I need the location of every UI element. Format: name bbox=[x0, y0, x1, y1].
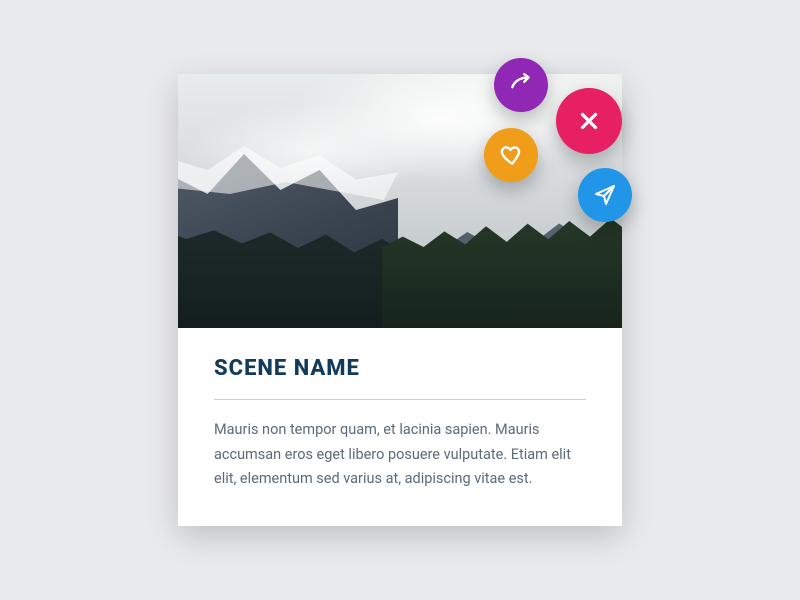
share-icon bbox=[508, 72, 534, 98]
card-content: SCENE NAME Mauris non tempor quam, et la… bbox=[178, 328, 622, 526]
send-button[interactable] bbox=[578, 168, 632, 222]
scene-card: SCENE NAME Mauris non tempor quam, et la… bbox=[178, 74, 622, 526]
scene-title: SCENE NAME bbox=[214, 356, 586, 381]
scene-description: Mauris non tempor quam, et lacinia sapie… bbox=[214, 418, 586, 492]
close-button[interactable] bbox=[556, 88, 622, 154]
action-cluster bbox=[452, 58, 652, 238]
share-button[interactable] bbox=[494, 58, 548, 112]
close-icon bbox=[576, 108, 602, 134]
paper-plane-icon bbox=[593, 183, 617, 207]
favorite-button[interactable] bbox=[484, 128, 538, 182]
divider bbox=[214, 399, 586, 400]
heart-icon bbox=[498, 142, 524, 168]
